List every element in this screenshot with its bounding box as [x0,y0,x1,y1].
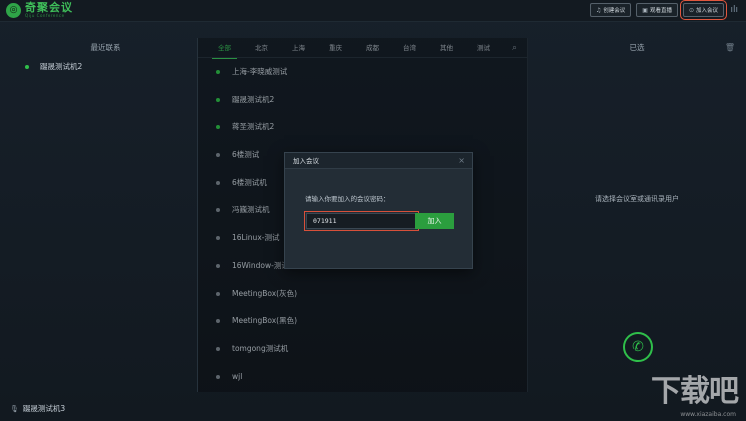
recent-contacts-title: 最近联系 [90,43,121,52]
logo-icon: ◎ [6,2,21,18]
join-circle-icon: ⊙ [688,6,694,14]
live-screen-icon: ▣ [642,6,648,14]
app-title: 奇聚会议 [25,1,73,14]
meeting-password-input[interactable] [304,211,419,231]
join-meeting-button[interactable]: ⊙ 加入会议 [679,0,728,20]
selected-panel: 已选 🗑 请选择会议室或通讯录用户 ✆ [528,38,746,392]
phone-icon: ✆ [632,339,644,355]
music-note-icon: ♫ [595,6,602,14]
password-label: 请输入你要加入的会议密码： [305,195,390,203]
app-logo: ◎ 奇聚会议 Qiju Conference [6,2,73,18]
app-window: ◎ 奇聚会议 Qiju Conference ♫ 创建会议 ▣ 观看直播 ⊙ 加… [0,0,746,421]
sound-wave-icon[interactable]: ılı [730,5,738,15]
microphone-icon: 🎙 [10,404,19,413]
top-actions: ♫ 创建会议 ▣ 观看直播 ⊙ 加入会议 [589,0,728,20]
recent-contact-item[interactable]: 蹑晟测试机2 [14,58,197,76]
dialog-header: 加入会议 × [285,153,472,169]
recent-contacts-panel: 最近联系 蹑晟测试机2 [14,38,198,392]
dialog-join-button[interactable]: 加入 [415,213,454,229]
watermark-logo: 下载吧 [651,374,739,409]
create-meeting-button[interactable]: ♫ 创建会议 [589,3,632,17]
recent-contacts-list: 蹑晟测试机2 [14,58,197,76]
top-bar: ◎ 奇聚会议 Qiju Conference ♫ 创建会议 ▣ 观看直播 ⊙ 加… [0,0,746,22]
selected-title: 已选 [629,43,645,52]
selected-hint: 请选择会议室或通讯录用户 [595,195,679,203]
watermark-url: www.xiazaiba.com [680,411,736,418]
dialog-title: 加入会议 [293,157,319,165]
recent-contact-name: 蹑晟测试机2 [40,62,83,71]
call-button[interactable]: ✆ [623,332,653,362]
close-icon[interactable]: × [458,153,465,169]
bottom-bar: 🎙 蹑晟测试机3 [0,397,746,421]
app-subtitle: Qiju Conference [25,13,65,18]
join-meeting-dialog: 加入会议 × 请输入你要加入的会议密码： 加入 [284,152,473,269]
trash-icon[interactable]: 🗑 [725,43,735,52]
current-user[interactable]: 🎙 蹑晟测试机3 [10,403,65,414]
online-status-icon [25,65,29,69]
watch-live-button[interactable]: ▣ 观看直播 [636,3,678,17]
